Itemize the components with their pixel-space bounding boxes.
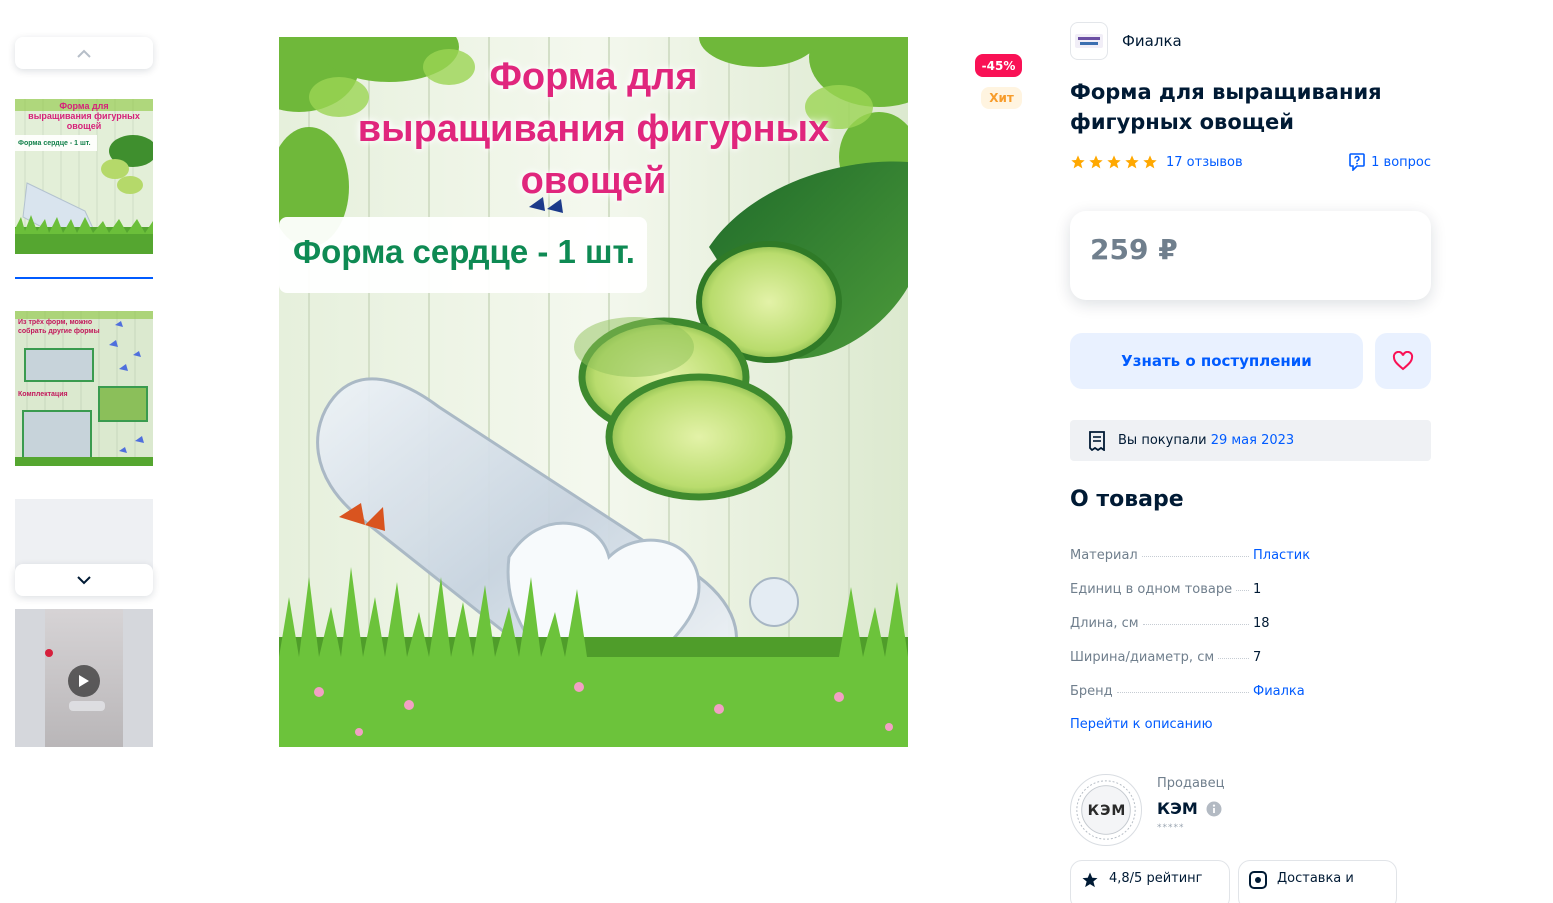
product-price: 259 ₽ — [1090, 233, 1178, 266]
questions-link[interactable]: 1 вопрос — [1349, 153, 1431, 171]
spec-value: 18 — [1253, 615, 1270, 631]
spec-value[interactable]: Фиалка — [1253, 684, 1305, 699]
thumbnail-active-indicator — [15, 277, 153, 279]
spec-value: 7 — [1253, 649, 1262, 665]
info-icon[interactable] — [1206, 801, 1222, 817]
seller-name[interactable]: КЭМ — [1157, 799, 1198, 818]
star-icon — [1125, 155, 1139, 169]
goto-description-link[interactable]: Перейти к описанию — [1070, 717, 1213, 732]
purchase-date[interactable]: 29 мая 2023 — [1211, 433, 1294, 448]
receipt-icon — [1089, 430, 1105, 451]
seller-logo[interactable]: КЭМ — [1070, 774, 1142, 846]
rating-row: 17 отзывов 1 вопрос — [1070, 152, 1431, 172]
reviews-link[interactable]: 17 отзывов — [1166, 155, 1243, 170]
purchase-history: Вы покупали 29 мая 2023 — [1070, 420, 1431, 461]
price-card: 259 ₽ — [1070, 211, 1431, 300]
spec-name: Единиц в одном товаре — [1070, 581, 1233, 597]
thumb1-line2: выращивания фигурных — [28, 111, 140, 121]
thumb1-caption: Форма сердце - 1 шт. — [18, 140, 91, 147]
questions-label: 1 вопрос — [1371, 154, 1431, 170]
thumbnail-video[interactable] — [15, 609, 153, 747]
image-subtitle: Форма сердце - 1 шт. — [293, 233, 635, 270]
spec-row: Единиц в одном товаре 1 — [1070, 572, 1431, 606]
thumbnail-strip: Форма для выращивания фигурных овощей Фо… — [15, 37, 153, 747]
chevron-up-icon — [77, 49, 91, 58]
notify-arrival-button[interactable]: Узнать о поступлении — [1070, 333, 1363, 389]
thumbnail-1[interactable]: Форма для выращивания фигурных овощей Фо… — [15, 99, 153, 254]
spec-value: 1 — [1253, 581, 1262, 597]
heart-icon — [1392, 351, 1414, 371]
thumb2-line2: собрать другие формы — [18, 328, 100, 335]
purchase-label: Вы покупали — [1118, 433, 1207, 448]
spec-value[interactable]: Пластик — [1253, 548, 1310, 563]
spec-name: Материал — [1070, 547, 1138, 563]
delivery-icon — [1249, 871, 1267, 889]
spec-row: Длина, см 18 — [1070, 606, 1431, 640]
rating-chip-label: 4,8/5 рейтинг — [1109, 871, 1203, 886]
delivery-chip[interactable]: Доставка и — [1238, 860, 1397, 903]
image-headline-line3: овощей — [520, 160, 667, 202]
rating-stars[interactable] — [1070, 154, 1158, 170]
spec-name: Бренд — [1070, 683, 1113, 699]
question-icon — [1349, 153, 1365, 171]
hit-badge: Хит — [981, 87, 1022, 109]
rating-chip[interactable]: 4,8/5 рейтинг — [1070, 860, 1230, 903]
thumbnails-down-button[interactable] — [15, 564, 153, 596]
spec-row: Бренд Фиалка — [1070, 674, 1431, 708]
star-icon — [1107, 155, 1121, 169]
brand-row[interactable]: Фиалка — [1070, 22, 1182, 60]
star-icon — [1082, 872, 1098, 888]
seller-rating-placeholder: ***** — [1157, 823, 1185, 833]
spec-name: Длина, см — [1070, 615, 1139, 631]
star-icon — [1071, 155, 1085, 169]
spec-row: Ширина/диаметр, см 7 — [1070, 640, 1431, 674]
brand-name[interactable]: Фиалка — [1122, 32, 1182, 50]
thumb1-line3: овощей — [66, 121, 102, 131]
product-title: Форма для выращивания фигурных овощей — [1070, 80, 1382, 134]
thumb2-line1: Из трёх форм, можно — [18, 319, 93, 326]
star-icon — [1089, 155, 1103, 169]
chevron-down-icon — [77, 575, 91, 584]
main-product-image[interactable]: Форма для выращивания фигурных овощей Фо… — [279, 37, 908, 747]
thumb1-line1: Форма для — [59, 101, 109, 111]
star-icon — [1143, 155, 1157, 169]
play-icon[interactable] — [68, 665, 100, 697]
image-headline-line2: выращивания фигурных — [357, 108, 830, 150]
specs-list: Материал Пластик Единиц в одном товаре 1… — [1070, 538, 1431, 708]
spec-name: Ширина/диаметр, см — [1070, 649, 1215, 665]
seller-block[interactable]: КЭМ Продавец КЭМ ***** — [1070, 774, 1431, 849]
seller-name-row[interactable]: КЭМ — [1157, 799, 1222, 818]
spec-row: Материал Пластик — [1070, 538, 1431, 572]
sale-badge: -45% — [975, 54, 1022, 77]
thumbnail-2[interactable]: Из трёх форм, можно собрать другие формы… — [15, 311, 153, 466]
thumb2-caption: Комплектация — [18, 391, 68, 398]
about-title: О товаре — [1070, 487, 1184, 512]
seller-label: Продавец — [1157, 776, 1225, 791]
favorite-button[interactable] — [1375, 333, 1431, 389]
delivery-chip-label: Доставка и — [1277, 871, 1354, 886]
image-headline-line1: Форма для — [489, 56, 698, 98]
thumbnails-up-button[interactable] — [15, 37, 153, 69]
seller-logo-text: КЭМ — [1087, 803, 1127, 819]
brand-logo[interactable] — [1070, 22, 1108, 60]
